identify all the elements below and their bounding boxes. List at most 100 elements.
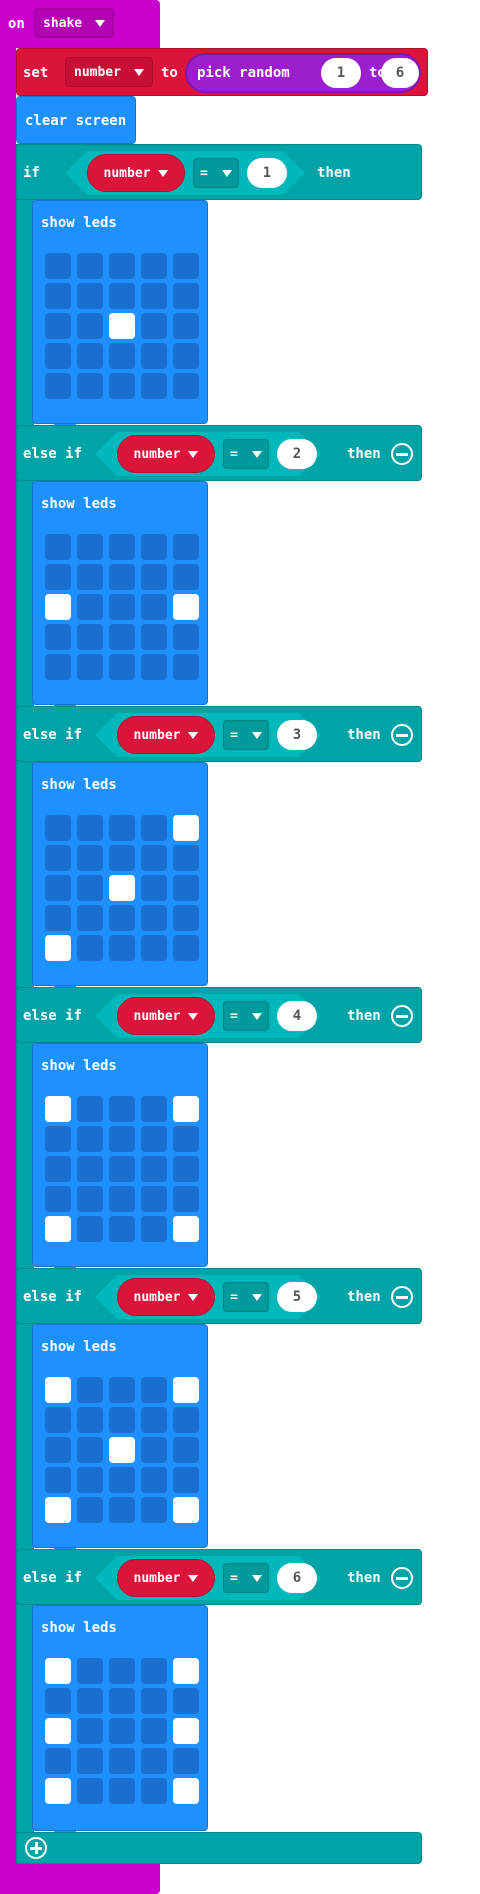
led-cell[interactable] bbox=[45, 564, 71, 590]
led-cell[interactable] bbox=[173, 343, 199, 369]
operator-dropdown[interactable]: = bbox=[223, 1001, 269, 1031]
led-cell[interactable] bbox=[141, 1156, 167, 1182]
led-cell[interactable] bbox=[141, 1748, 167, 1774]
led-cell[interactable] bbox=[141, 1377, 167, 1403]
compare-value-input[interactable]: 3 bbox=[277, 720, 317, 750]
led-cell[interactable] bbox=[77, 1156, 103, 1182]
variable-reporter[interactable]: number bbox=[117, 1278, 215, 1316]
led-cell[interactable] bbox=[141, 905, 167, 931]
led-cell[interactable] bbox=[109, 1718, 135, 1744]
led-cell[interactable] bbox=[173, 283, 199, 309]
led-cell[interactable] bbox=[173, 253, 199, 279]
variable-reporter[interactable]: number bbox=[117, 1559, 215, 1597]
led-cell[interactable] bbox=[141, 1778, 167, 1804]
led-cell[interactable] bbox=[173, 1467, 199, 1493]
led-cell[interactable] bbox=[141, 534, 167, 560]
led-cell[interactable] bbox=[141, 283, 167, 309]
led-cell[interactable] bbox=[173, 594, 199, 620]
led-cell[interactable] bbox=[173, 875, 199, 901]
led-cell[interactable] bbox=[77, 1748, 103, 1774]
led-cell[interactable] bbox=[45, 1216, 71, 1242]
led-cell[interactable] bbox=[141, 1437, 167, 1463]
operator-dropdown[interactable]: = bbox=[223, 720, 269, 750]
led-cell[interactable] bbox=[141, 594, 167, 620]
led-cell[interactable] bbox=[141, 845, 167, 871]
led-cell[interactable] bbox=[45, 343, 71, 369]
led-cell[interactable] bbox=[77, 1658, 103, 1684]
led-cell[interactable] bbox=[45, 1658, 71, 1684]
led-cell[interactable] bbox=[173, 1377, 199, 1403]
led-cell[interactable] bbox=[173, 1407, 199, 1433]
compare-value-input[interactable]: 2 bbox=[277, 439, 317, 469]
compare-value-input[interactable]: 1 bbox=[247, 158, 287, 188]
led-cell[interactable] bbox=[141, 343, 167, 369]
led-cell[interactable] bbox=[173, 1658, 199, 1684]
led-cell[interactable] bbox=[77, 343, 103, 369]
show-leds-block[interactable]: show leds bbox=[32, 762, 208, 986]
led-cell[interactable] bbox=[109, 313, 135, 339]
random-min-input[interactable]: 1 bbox=[321, 58, 361, 88]
led-cell[interactable] bbox=[77, 373, 103, 399]
operator-dropdown[interactable]: = bbox=[193, 158, 239, 188]
led-cell[interactable] bbox=[45, 815, 71, 841]
led-cell[interactable] bbox=[173, 905, 199, 931]
clear-screen-block[interactable]: clear screen bbox=[16, 96, 136, 144]
pick-random-block[interactable]: pick random 1 to 6 bbox=[185, 53, 421, 93]
led-cell[interactable] bbox=[141, 313, 167, 339]
led-cell[interactable] bbox=[173, 1748, 199, 1774]
show-leds-block[interactable]: show leds bbox=[32, 1324, 208, 1548]
led-cell[interactable] bbox=[173, 1437, 199, 1463]
led-cell[interactable] bbox=[109, 1688, 135, 1714]
led-cell[interactable] bbox=[109, 1437, 135, 1463]
gesture-dropdown[interactable]: shake bbox=[34, 8, 114, 38]
led-cell[interactable] bbox=[141, 1497, 167, 1523]
led-cell[interactable] bbox=[45, 534, 71, 560]
minus-circle-icon[interactable] bbox=[391, 1567, 413, 1589]
led-cell[interactable] bbox=[77, 1437, 103, 1463]
led-cell[interactable] bbox=[141, 815, 167, 841]
led-cell[interactable] bbox=[45, 1718, 71, 1744]
else-if-condition-row[interactable]: else if number = 3 then bbox=[16, 706, 422, 762]
led-cell[interactable] bbox=[45, 1096, 71, 1122]
led-cell[interactable] bbox=[45, 373, 71, 399]
led-cell[interactable] bbox=[109, 594, 135, 620]
else-if-condition-row[interactable]: else if number = 5 then bbox=[16, 1268, 422, 1324]
operator-dropdown[interactable]: = bbox=[223, 1282, 269, 1312]
led-cell[interactable] bbox=[109, 1186, 135, 1212]
led-cell[interactable] bbox=[173, 845, 199, 871]
else-if-condition-row[interactable]: else if number = 4 then bbox=[16, 987, 422, 1043]
led-cell[interactable] bbox=[109, 875, 135, 901]
led-cell[interactable] bbox=[173, 313, 199, 339]
led-cell[interactable] bbox=[109, 1748, 135, 1774]
led-cell[interactable] bbox=[77, 1497, 103, 1523]
led-cell[interactable] bbox=[109, 1778, 135, 1804]
led-cell[interactable] bbox=[77, 253, 103, 279]
led-cell[interactable] bbox=[45, 1377, 71, 1403]
led-cell[interactable] bbox=[77, 313, 103, 339]
led-cell[interactable] bbox=[109, 1377, 135, 1403]
led-cell[interactable] bbox=[77, 1186, 103, 1212]
led-cell[interactable] bbox=[141, 1216, 167, 1242]
led-cell[interactable] bbox=[173, 815, 199, 841]
led-cell[interactable] bbox=[77, 1467, 103, 1493]
led-cell[interactable] bbox=[45, 1778, 71, 1804]
led-cell[interactable] bbox=[141, 875, 167, 901]
compare-value-input[interactable]: 4 bbox=[277, 1001, 317, 1031]
led-cell[interactable] bbox=[141, 253, 167, 279]
led-cell[interactable] bbox=[173, 1156, 199, 1182]
led-cell[interactable] bbox=[77, 594, 103, 620]
minus-circle-icon[interactable] bbox=[391, 1005, 413, 1027]
led-cell[interactable] bbox=[45, 283, 71, 309]
led-cell[interactable] bbox=[141, 624, 167, 650]
led-cell[interactable] bbox=[109, 1216, 135, 1242]
led-cell[interactable] bbox=[45, 1437, 71, 1463]
led-cell[interactable] bbox=[141, 373, 167, 399]
if-condition-row[interactable]: if number = 1 then bbox=[16, 144, 422, 200]
led-cell[interactable] bbox=[45, 1688, 71, 1714]
led-cell[interactable] bbox=[173, 1096, 199, 1122]
led-cell[interactable] bbox=[45, 845, 71, 871]
led-cell[interactable] bbox=[77, 1718, 103, 1744]
led-cell[interactable] bbox=[77, 1377, 103, 1403]
led-cell[interactable] bbox=[109, 1407, 135, 1433]
led-cell[interactable] bbox=[173, 654, 199, 680]
